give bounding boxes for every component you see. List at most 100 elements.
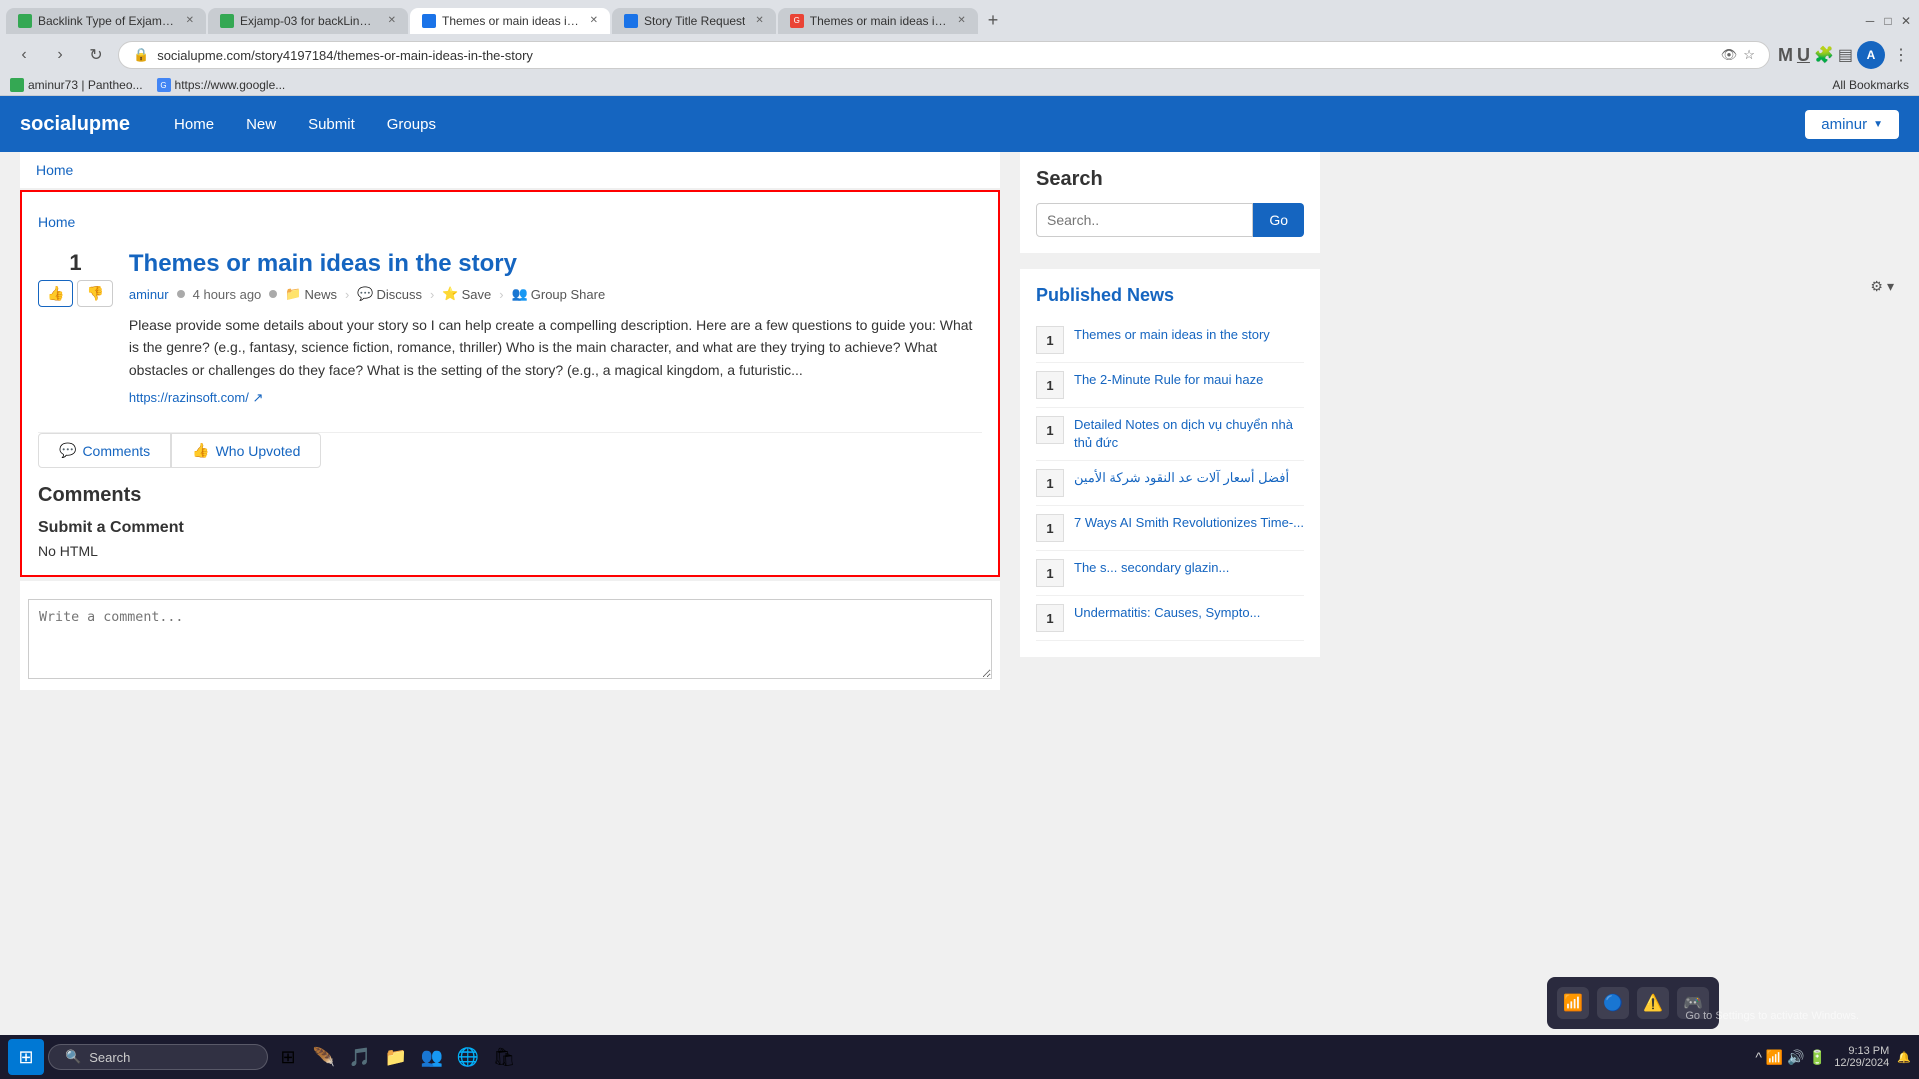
tray-volume-icon[interactable]: 🔊 (1787, 1049, 1804, 1066)
browser-tab-1[interactable]: Backlink Type of Exjamp-03 - G... ✕ (6, 8, 206, 34)
post-title[interactable]: Themes or main ideas in the story (129, 250, 982, 278)
tab-close-3[interactable]: ✕ (590, 15, 598, 26)
tag-news[interactable]: 📁 News (285, 286, 337, 302)
forward-button[interactable]: › (46, 41, 74, 69)
post-external-link[interactable]: https://razinsoft.com/ ↗ (129, 390, 263, 405)
comments-tab-label: Comments (82, 443, 150, 459)
notification-icon[interactable]: 🔔 (1897, 1051, 1911, 1064)
who-upvoted-tab[interactable]: 👍 Who Upvoted (171, 433, 321, 468)
tag-news-link[interactable]: News (304, 287, 337, 302)
settings-button[interactable]: ⚙ ▾ (1862, 274, 1902, 299)
tab-close-2[interactable]: ✕ (388, 15, 396, 26)
clock[interactable]: 9:13 PM 12/29/2024 (1834, 1045, 1889, 1069)
tag-group-share-link[interactable]: Group Share (531, 287, 605, 302)
news-title-link[interactable]: 7 Ways AI Smith Revolutionizes Time-... (1074, 514, 1304, 532)
bookmark-1[interactable]: aminur73 | Pantheo... (10, 78, 143, 92)
vote-count: 1 (69, 250, 81, 276)
url-icons: 👁 ☆ (1721, 47, 1755, 63)
post-body-text: Please provide some details about your s… (129, 314, 982, 381)
comments-heading: Comments (38, 484, 982, 507)
news-title-link[interactable]: Detailed Notes on dịch vụ chuyển nhà thủ… (1074, 416, 1304, 452)
tab-favicon-5: G (790, 14, 804, 28)
post-body: Themes or main ideas in the story aminur… (129, 250, 982, 406)
search-go-button[interactable]: Go (1253, 203, 1304, 237)
reload-button[interactable]: ↻ (82, 41, 110, 69)
close-button[interactable]: ✕ (1899, 14, 1913, 28)
downvote-button[interactable]: 👎 (77, 280, 112, 307)
tag-save[interactable]: ⭐ Save (442, 286, 491, 302)
tab-bar: Backlink Type of Exjamp-03 - G... ✕ Exja… (0, 0, 1919, 35)
tag-discuss-link[interactable]: Discuss (377, 287, 423, 302)
tray-up-icon[interactable]: ^ (1755, 1049, 1762, 1065)
tab-favicon-3 (422, 14, 436, 28)
post-actions: 💬 Comments 👍 Who Upvoted (38, 432, 982, 468)
taskbar-icon-feather[interactable]: 🪶 (308, 1041, 340, 1073)
star-icon[interactable]: ☆ (1743, 47, 1755, 63)
news-title-link[interactable]: The s... secondary glazin... (1074, 559, 1229, 577)
taskbar-icon-files[interactable]: 📁 (380, 1041, 412, 1073)
taskbar-icon-edge[interactable]: 🌐 (452, 1041, 484, 1073)
reading-mode-icon[interactable]: ▤ (1838, 45, 1853, 65)
nav-new[interactable]: New (232, 108, 290, 141)
news-title-link[interactable]: Undermatitis: Causes, Sympto... (1074, 604, 1260, 622)
extensions-icon[interactable]: 🧩 (1814, 45, 1834, 65)
news-title-link[interactable]: The 2-Minute Rule for maui haze (1074, 371, 1263, 389)
browser-tab-5[interactable]: G Themes or main ideas in the st... ✕ (778, 8, 978, 34)
browser-tab-3[interactable]: Themes or main ideas in the sto... ✕ (410, 8, 610, 34)
breadcrumb-inner-link[interactable]: Home (38, 214, 75, 230)
tag-save-link[interactable]: Save (462, 287, 492, 302)
u-icon[interactable]: U (1797, 45, 1810, 66)
search-widget-title: Search (1036, 168, 1304, 191)
news-count: 1 (1036, 604, 1064, 632)
news-title-link[interactable]: Themes or main ideas in the story (1074, 326, 1270, 344)
url-bar[interactable]: 🔒 socialupme.com/story4197184/themes-or-… (118, 41, 1770, 69)
nav-home[interactable]: Home (160, 108, 228, 141)
tab-close-5[interactable]: ✕ (957, 15, 965, 26)
lock-icon: 🔒 (133, 47, 149, 63)
bookmark-2[interactable]: G https://www.google... (157, 78, 286, 92)
taskbar-icon-store[interactable]: 🛍 (488, 1041, 520, 1073)
minimize-button[interactable]: ─ (1863, 14, 1877, 28)
menu-icon[interactable]: ⋮ (1893, 45, 1909, 65)
post-author[interactable]: aminur (129, 287, 169, 302)
browser-tab-2[interactable]: Exjamp-03 for backLing Type - ... ✕ (208, 8, 408, 34)
start-button[interactable]: ⊞ (8, 1039, 44, 1075)
tab-close-4[interactable]: ✕ (755, 15, 763, 26)
taskbar-icon-widgets[interactable]: ⊞ (272, 1041, 304, 1073)
taskbar-search[interactable]: 🔍 Search (48, 1044, 268, 1070)
tag-group-share[interactable]: 👥 Group Share (512, 286, 606, 302)
tray-network-icon[interactable]: 📶 (1766, 1049, 1783, 1066)
upvote-button[interactable]: 👍 (38, 280, 73, 307)
tag-discuss[interactable]: 💬 Discuss (357, 286, 422, 302)
comments-tab[interactable]: 💬 Comments (38, 433, 171, 468)
search-input[interactable] (1036, 203, 1253, 237)
nav-submit[interactable]: Submit (294, 108, 369, 141)
m-icon[interactable]: M (1778, 45, 1793, 66)
maximize-button[interactable]: □ (1881, 14, 1895, 28)
comment-textarea[interactable] (28, 599, 992, 679)
url-text: socialupme.com/story4197184/themes-or-ma… (157, 48, 1713, 63)
breadcrumb-home-link[interactable]: Home (36, 162, 73, 178)
tab-label-3: Themes or main ideas in the sto... (442, 14, 580, 28)
popup-icon-bluetooth[interactable]: 🔵 (1597, 987, 1629, 1019)
taskbar-icon-music[interactable]: 🎵 (344, 1041, 376, 1073)
vote-buttons: 👍 👎 (38, 280, 113, 307)
new-tab-button[interactable]: + (980, 6, 1007, 35)
post-meta: aminur 4 hours ago 📁 News › 💬 D (129, 286, 982, 302)
news-title-link[interactable]: أفضل أسعار آلات عد النقود شركة الأمين (1074, 469, 1289, 487)
bookmark-label-1: aminur73 | Pantheo... (28, 78, 143, 92)
breadcrumb-top: Home (20, 152, 1000, 188)
all-bookmarks[interactable]: All Bookmarks (1832, 78, 1909, 92)
browser-tab-4[interactable]: Story Title Request ✕ (612, 8, 776, 34)
nav-groups[interactable]: Groups (373, 108, 450, 141)
tray-battery-icon[interactable]: 🔋 (1809, 1049, 1826, 1066)
user-menu-button[interactable]: aminur ▼ (1805, 110, 1899, 139)
back-button[interactable]: ‹ (10, 41, 38, 69)
tab-close-1[interactable]: ✕ (186, 15, 194, 26)
tracking-icon: 👁 (1721, 47, 1738, 63)
popup-icon-alert[interactable]: ⚠️ (1637, 987, 1669, 1019)
profile-button[interactable]: A (1857, 41, 1885, 69)
bookmarks-bar: aminur73 | Pantheo... G https://www.goog… (0, 75, 1919, 96)
taskbar-icon-teams[interactable]: 👥 (416, 1041, 448, 1073)
popup-icon-wifi[interactable]: 📶 (1557, 987, 1589, 1019)
